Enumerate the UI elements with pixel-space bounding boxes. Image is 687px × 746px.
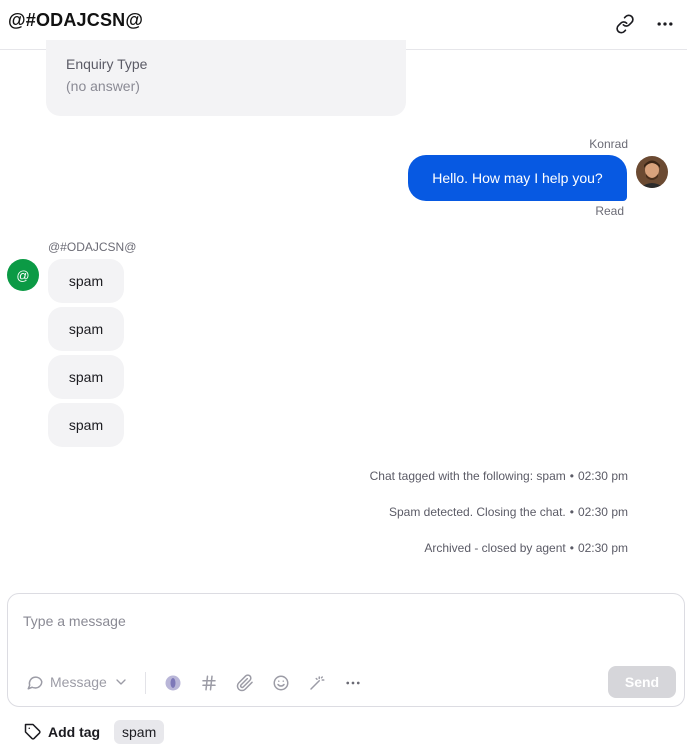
paperclip-icon[interactable]: [233, 671, 257, 695]
more-options-icon[interactable]: [651, 10, 679, 38]
message-mode-dropdown[interactable]: Message: [26, 672, 129, 692]
system-event-text: Chat tagged with the following: spam: [369, 469, 566, 483]
event-separator: •: [569, 541, 574, 555]
magic-wand-icon[interactable]: [305, 671, 329, 695]
system-event-time: 02:30 pm: [577, 505, 628, 519]
system-event: Archived - closed by agent • 02:30 pm: [424, 541, 628, 555]
visitor-avatar[interactable]: @: [7, 259, 39, 291]
agent-name: Konrad: [589, 137, 628, 151]
visitor-message-bubble: spam: [48, 307, 124, 351]
add-tag-label: Add tag: [48, 724, 101, 740]
message-input[interactable]: [23, 610, 663, 632]
toolbar-divider: [145, 672, 146, 694]
tag-icon: [24, 723, 41, 740]
system-event-text: Spam detected. Closing the chat.: [388, 505, 566, 519]
system-event-text: Archived - closed by agent: [424, 541, 566, 555]
hashtag-icon[interactable]: [197, 671, 221, 695]
visitor-name: @#ODAJCSN@: [48, 240, 137, 254]
tag-row: Add tag: [24, 720, 100, 744]
form-question: Enquiry Type: [66, 56, 148, 72]
prechat-form-card: Enquiry Type (no answer): [46, 40, 406, 116]
system-event: Spam detected. Closing the chat. • 02:30 p…: [389, 505, 628, 519]
visitor-message-bubble: spam: [48, 259, 124, 303]
agent-avatar[interactable]: [636, 156, 668, 188]
chat-title: @#ODAJCSN@: [8, 10, 144, 30]
visitor-message-bubble: spam: [48, 355, 124, 399]
more-horizontal-icon[interactable]: [341, 671, 365, 695]
system-event-time: 02:30 pm: [577, 469, 628, 483]
system-event: Chat tagged with the following: spam • 02:…: [370, 469, 628, 483]
send-button[interactable]: Send: [608, 666, 676, 698]
system-event-time: 02:30 pm: [577, 541, 628, 555]
add-tag-button[interactable]: Add tag: [24, 723, 100, 741]
ai-assist-icon[interactable]: [161, 671, 185, 695]
message-read-status: Read: [595, 204, 624, 218]
chevron-down-icon: [116, 679, 126, 685]
emoji-icon[interactable]: [269, 671, 293, 695]
chat-bubble-icon: [27, 676, 43, 690]
event-separator: •: [569, 469, 574, 483]
message-composer: Message Send: [7, 593, 685, 707]
event-separator: •: [569, 505, 574, 519]
tag-chip[interactable]: spam: [114, 720, 165, 744]
form-answer: (no answer): [66, 78, 140, 94]
message-mode-label: Message: [50, 674, 107, 690]
agent-message-bubble: Hello. How may I help you?: [408, 155, 627, 201]
link-icon[interactable]: [611, 10, 639, 38]
visitor-message-bubble: spam: [48, 403, 124, 447]
